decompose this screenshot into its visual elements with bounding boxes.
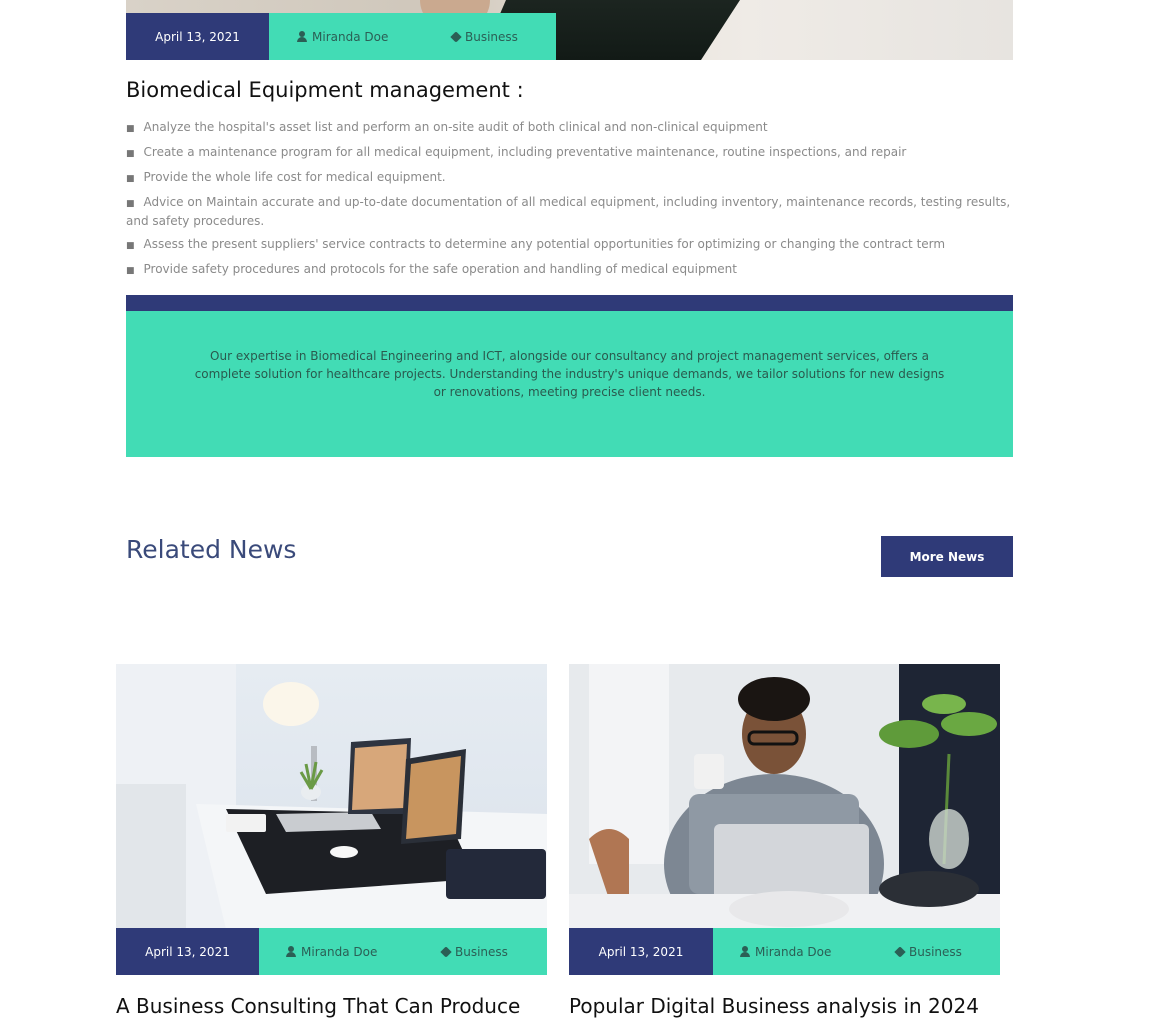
card-meta-bar: Miranda Doe Business <box>259 928 547 975</box>
list-item: ■ Assess the present suppliers' service c… <box>126 237 946 251</box>
card-date: April 13, 2021 <box>598 944 684 959</box>
card-category[interactable]: Business <box>894 944 962 959</box>
card-date: April 13, 2021 <box>145 944 230 959</box>
list-item: ■ Create a maintenance program for all me… <box>126 145 907 159</box>
user-icon <box>286 946 296 957</box>
post-category-name: Business <box>465 29 518 44</box>
related-news-heading: Related News <box>126 535 297 564</box>
tag-icon <box>450 30 462 43</box>
post-author[interactable]: Miranda Doe <box>297 30 388 44</box>
card-author[interactable]: Miranda Doe <box>286 945 377 959</box>
more-news-button[interactable]: More News <box>881 536 1013 577</box>
post-meta-bar: Miranda Doe Business <box>269 13 556 60</box>
article-heading: Biomedical Equipment management : <box>126 78 524 102</box>
news-card-image[interactable] <box>569 664 1000 929</box>
tag-icon <box>894 945 906 958</box>
tag-icon <box>440 945 452 958</box>
post-category[interactable]: Business <box>450 29 518 44</box>
quote-box: Our expertise in Biomedical Engineering … <box>126 311 1013 457</box>
quote-accent-bar <box>126 295 1013 311</box>
man-with-laptop-illustration <box>569 664 1000 929</box>
list-item: ■ Provide the whole life cost for medical… <box>126 170 446 184</box>
card-category-name: Business <box>909 944 962 959</box>
card-author[interactable]: Miranda Doe <box>740 945 831 959</box>
card-category[interactable]: Business <box>440 944 508 959</box>
card-date-badge: April 13, 2021 <box>116 928 259 975</box>
quote-text: Our expertise in Biomedical Engineering … <box>194 349 945 399</box>
card-meta-bar: Miranda Doe Business <box>713 928 1000 975</box>
user-icon <box>297 31 307 42</box>
post-author-name: Miranda Doe <box>312 29 389 44</box>
post-date: April 13, 2021 <box>155 29 240 44</box>
card-date-badge: April 13, 2021 <box>569 928 713 975</box>
article-bullet-list: ■ Analyze the hospital's asset list and p… <box>126 119 1013 286</box>
card-category-name: Business <box>455 944 508 959</box>
card-author-name: Miranda Doe <box>301 944 378 959</box>
news-card-image[interactable] <box>116 664 547 929</box>
post-date-badge: April 13, 2021 <box>126 13 269 60</box>
list-item: ■ Analyze the hospital's asset list and p… <box>126 120 768 134</box>
desk-laptops-illustration <box>116 664 547 929</box>
list-item: ■ Advice on Maintain accurate and up-to-d… <box>126 195 1011 228</box>
card-title[interactable]: Popular Digital Business analysis in 202… <box>569 994 979 1018</box>
card-author-name: Miranda Doe <box>755 944 832 959</box>
user-icon <box>740 946 750 957</box>
list-item: ■ Provide safety procedures and protocols… <box>126 262 737 276</box>
card-title[interactable]: A Business Consulting That Can Produce <box>116 994 520 1018</box>
